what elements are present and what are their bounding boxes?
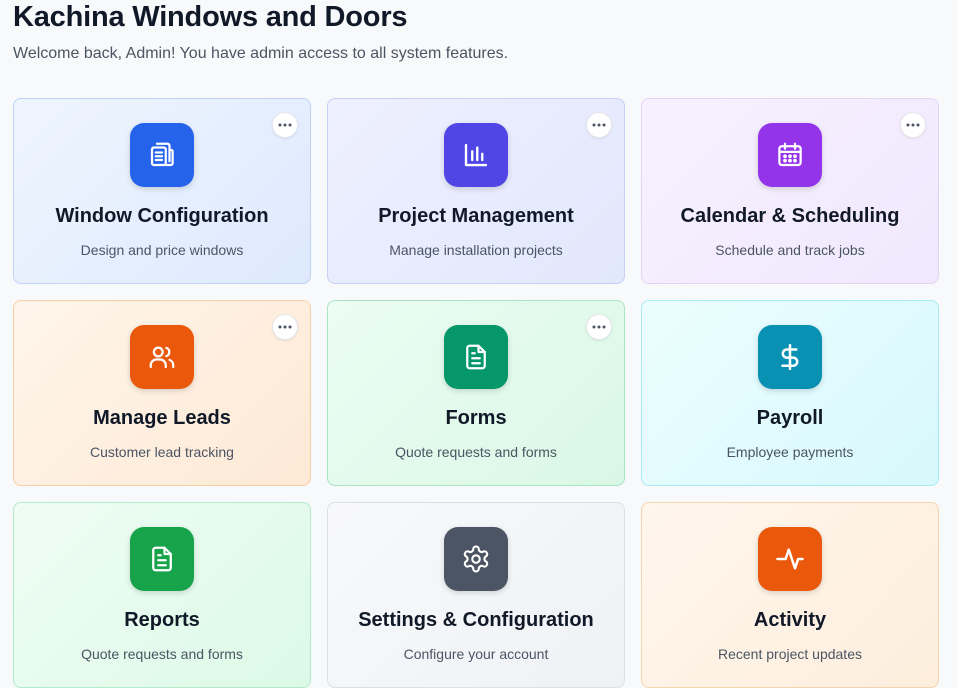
card-settings-configuration[interactable]: Settings & Configuration Configure your … <box>327 502 625 688</box>
page-title: Kachina Windows and Doors <box>13 1 408 33</box>
calendar-icon <box>758 123 822 187</box>
card-title: Project Management <box>378 205 574 227</box>
card-title: Calendar & Scheduling <box>680 205 900 227</box>
more-options-button[interactable] <box>586 314 612 340</box>
ellipsis-icon <box>592 325 606 329</box>
activity-icon <box>758 527 822 591</box>
card-activity[interactable]: Activity Recent project updates <box>641 502 939 688</box>
ellipsis-icon <box>592 123 606 127</box>
more-options-button[interactable] <box>272 314 298 340</box>
report-icon <box>130 527 194 591</box>
more-options-button[interactable] <box>586 112 612 138</box>
card-description: Manage installation projects <box>389 242 563 258</box>
page-subtitle: Welcome back, Admin! You have admin acce… <box>13 45 509 62</box>
card-manage-leads[interactable]: Manage Leads Customer lead tracking <box>13 300 311 486</box>
card-title: Forms <box>445 407 507 429</box>
dollar-icon <box>758 325 822 389</box>
card-payroll[interactable]: Payroll Employee payments <box>641 300 939 486</box>
card-forms[interactable]: Forms Quote requests and forms <box>327 300 625 486</box>
window-config-icon <box>130 123 194 187</box>
more-options-button[interactable] <box>272 112 298 138</box>
card-description: Customer lead tracking <box>90 444 234 460</box>
more-options-button[interactable] <box>900 112 926 138</box>
card-project-management[interactable]: Project Management Manage installation p… <box>327 98 625 284</box>
card-description: Configure your account <box>403 646 549 662</box>
card-description: Recent project updates <box>718 646 862 662</box>
card-description: Quote requests and forms <box>395 444 557 460</box>
ellipsis-icon <box>278 123 292 127</box>
bar-chart-icon <box>444 123 508 187</box>
card-description: Design and price windows <box>80 242 244 258</box>
card-calendar-scheduling[interactable]: Calendar & Scheduling Schedule and track… <box>641 98 939 284</box>
ellipsis-icon <box>906 123 920 127</box>
card-title: Payroll <box>756 407 824 429</box>
card-title: Reports <box>124 609 200 631</box>
document-icon <box>444 325 508 389</box>
card-title: Window Configuration <box>55 205 269 227</box>
card-window-configuration[interactable]: Window Configuration Design and price wi… <box>13 98 311 284</box>
card-description: Employee payments <box>726 444 854 460</box>
card-title: Activity <box>753 609 827 631</box>
card-description: Quote requests and forms <box>81 646 243 662</box>
card-description: Schedule and track jobs <box>715 242 865 258</box>
card-reports[interactable]: Reports Quote requests and forms <box>13 502 311 688</box>
ellipsis-icon <box>278 325 292 329</box>
feature-grid: Window Configuration Design and price wi… <box>13 98 939 688</box>
card-title: Settings & Configuration <box>358 609 594 631</box>
gear-icon <box>444 527 508 591</box>
users-icon <box>130 325 194 389</box>
card-title: Manage Leads <box>93 407 231 429</box>
